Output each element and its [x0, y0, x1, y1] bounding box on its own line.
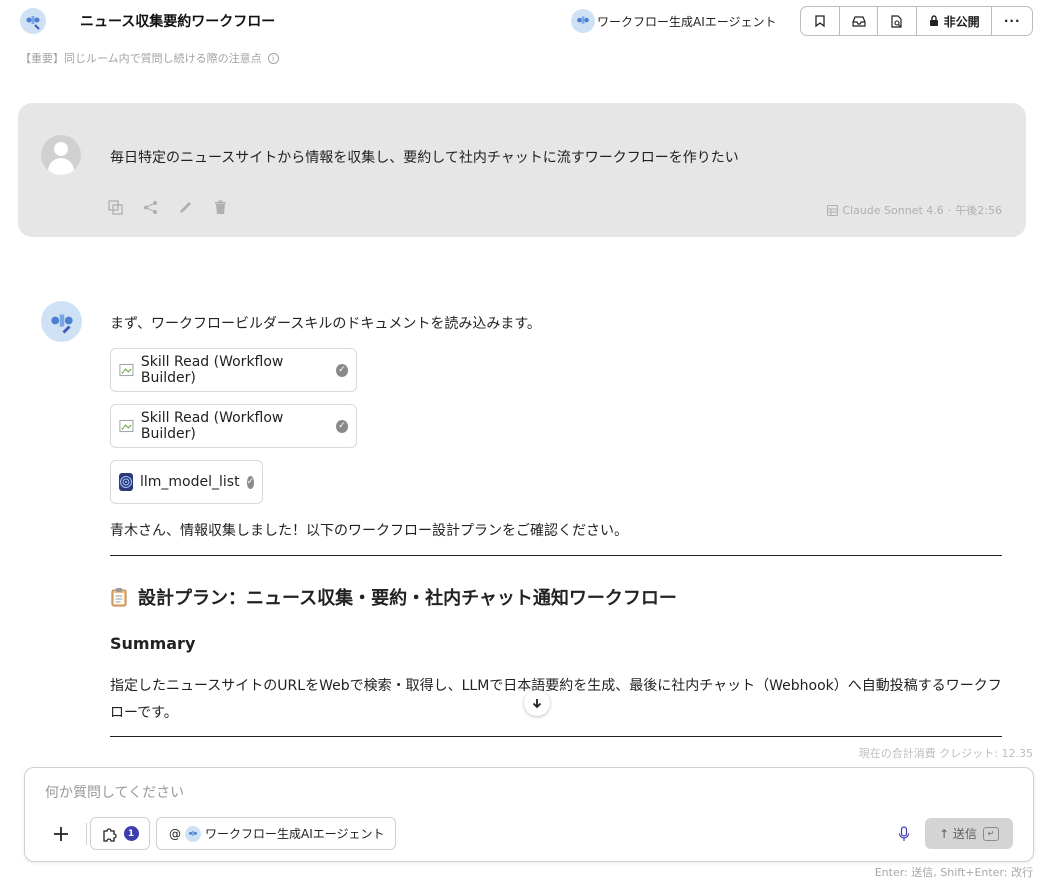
voice-input-button[interactable]	[895, 824, 913, 844]
send-button[interactable]: ↑ 送信 ↵	[925, 818, 1013, 849]
trash-icon	[214, 200, 226, 214]
user-message-text: 毎日特定のニュースサイトから情報を収集し、要約して社内チャットに流すワークフロー…	[110, 150, 739, 166]
check-icon: ✓	[335, 363, 348, 377]
model-name: Claude Sonnet 4.6	[842, 203, 944, 217]
visibility-button[interactable]: 非公開	[917, 7, 993, 35]
send-label: ↑ 送信	[939, 827, 977, 841]
agent-name: ワークフロー生成AIエージェント	[597, 14, 777, 29]
model-info: Claude Sonnet 4.6 · 午後2:56	[827, 202, 1002, 218]
share-icon	[143, 200, 157, 214]
tool-call-label: llm_model_list	[140, 474, 240, 490]
summary-text: 指定したニュースサイトのURLをWebで検索・取得し、LLMで日本語要約を生成、…	[110, 678, 1002, 721]
credits-display: 現在の合計消費 クレジット: 12.35	[858, 747, 1033, 760]
ai-avatar-icon	[41, 301, 82, 342]
model-icon	[827, 204, 839, 216]
bookmark-icon	[815, 15, 825, 27]
tool-call-chip[interactable]: Skill Read (Workflow Builder) ✓	[110, 404, 357, 448]
meta-separator: ·	[947, 203, 952, 217]
keyboard-hint: Enter: 送信, Shift+Enter: 改行	[874, 866, 1033, 879]
delete-button[interactable]	[211, 198, 229, 216]
tool-call-chip[interactable]: llm_model_list ✓	[110, 460, 263, 504]
share-button[interactable]	[141, 198, 159, 216]
divider	[110, 736, 1002, 737]
user-avatar-icon	[41, 135, 81, 175]
pencil-icon	[179, 201, 191, 213]
edit-button[interactable]	[176, 198, 194, 216]
agent-avatar-icon	[571, 9, 595, 33]
agent-avatar-icon	[185, 825, 201, 842]
notice-link[interactable]: 【重要】同じルーム内で質問し続ける際の注意点 i	[20, 50, 279, 66]
arrow-down-icon	[532, 698, 542, 708]
inbox-icon	[851, 16, 866, 27]
mention-agent-name: ワークフロー生成AIエージェント	[205, 827, 385, 841]
divider	[86, 823, 87, 845]
skills-button[interactable]: 1	[90, 817, 150, 850]
bookmark-button[interactable]	[801, 7, 840, 35]
document-search-button[interactable]	[878, 7, 918, 35]
scroll-down-button[interactable]	[524, 690, 550, 716]
agent-mention-button[interactable]: @ ワークフロー生成AIエージェント	[156, 817, 396, 850]
check-icon: ✓	[246, 475, 255, 489]
add-attachment-button[interactable]	[49, 822, 73, 846]
plus-icon	[54, 827, 68, 841]
more-icon: ···	[1003, 14, 1021, 28]
check-icon: ✓	[335, 419, 348, 433]
summary-heading: Summary	[110, 634, 196, 653]
ai-confirm-text: 青木さん、情報収集しました！以下のワークフロー設計プランをご確認ください。	[110, 523, 628, 539]
user-message: 毎日特定のニュースサイトから情報を収集し、要約して社内チャットに流すワークフロー…	[18, 103, 1026, 237]
enter-key-icon: ↵	[982, 826, 999, 841]
notice-text: 【重要】同じルーム内で質問し続ける際の注意点	[20, 52, 262, 65]
puzzle-icon	[102, 827, 117, 842]
lock-icon	[929, 15, 938, 26]
inbox-button[interactable]	[840, 7, 879, 35]
copy-button[interactable]	[106, 198, 124, 216]
message-time: 午後2:56	[955, 204, 1002, 217]
plan-heading: 設計プラン：ニュース収集・要約・社内チャット通知ワークフロー	[110, 584, 677, 610]
info-icon: i	[267, 52, 279, 64]
agent-chip[interactable]: ワークフロー生成AIエージェント	[571, 9, 777, 33]
ai-intro-text: まず、ワークフロービルダースキルのドキュメントを読み込みます。	[110, 316, 541, 332]
tool-call-label: Skill Read (Workflow Builder)	[140, 354, 284, 386]
page-title: ニュース収集要約ワークフロー	[80, 14, 276, 30]
composer: 1 @ ワークフロー生成AIエージェント ↑ 送信 ↵	[24, 767, 1034, 862]
plan-title: 設計プラン：ニュース収集・要約・社内チャット通知ワークフロー	[138, 588, 677, 609]
clipboard-icon	[111, 588, 127, 607]
visibility-label: 非公開	[943, 14, 980, 29]
divider	[110, 555, 1002, 556]
mention-prefix: @	[169, 826, 181, 841]
more-menu-button[interactable]: ···	[992, 7, 1032, 35]
broken-image-icon	[119, 419, 134, 433]
tool-call-label: Skill Read (Workflow Builder)	[140, 410, 284, 442]
llm-icon	[119, 473, 133, 491]
document-search-icon	[891, 14, 902, 28]
message-actions	[106, 198, 229, 216]
header: ニュース収集要約ワークフロー ワークフロー生成AIエージェント 非公開 ···	[0, 0, 1045, 42]
copy-icon	[107, 199, 123, 215]
broken-image-icon	[119, 363, 134, 377]
message-input[interactable]	[45, 785, 945, 801]
skill-count-badge: 1	[123, 826, 139, 841]
header-toolbar: 非公開 ···	[800, 6, 1033, 36]
microphone-icon	[898, 826, 910, 841]
agent-logo-icon[interactable]	[20, 8, 46, 34]
tool-call-chip[interactable]: Skill Read (Workflow Builder) ✓	[110, 348, 357, 392]
